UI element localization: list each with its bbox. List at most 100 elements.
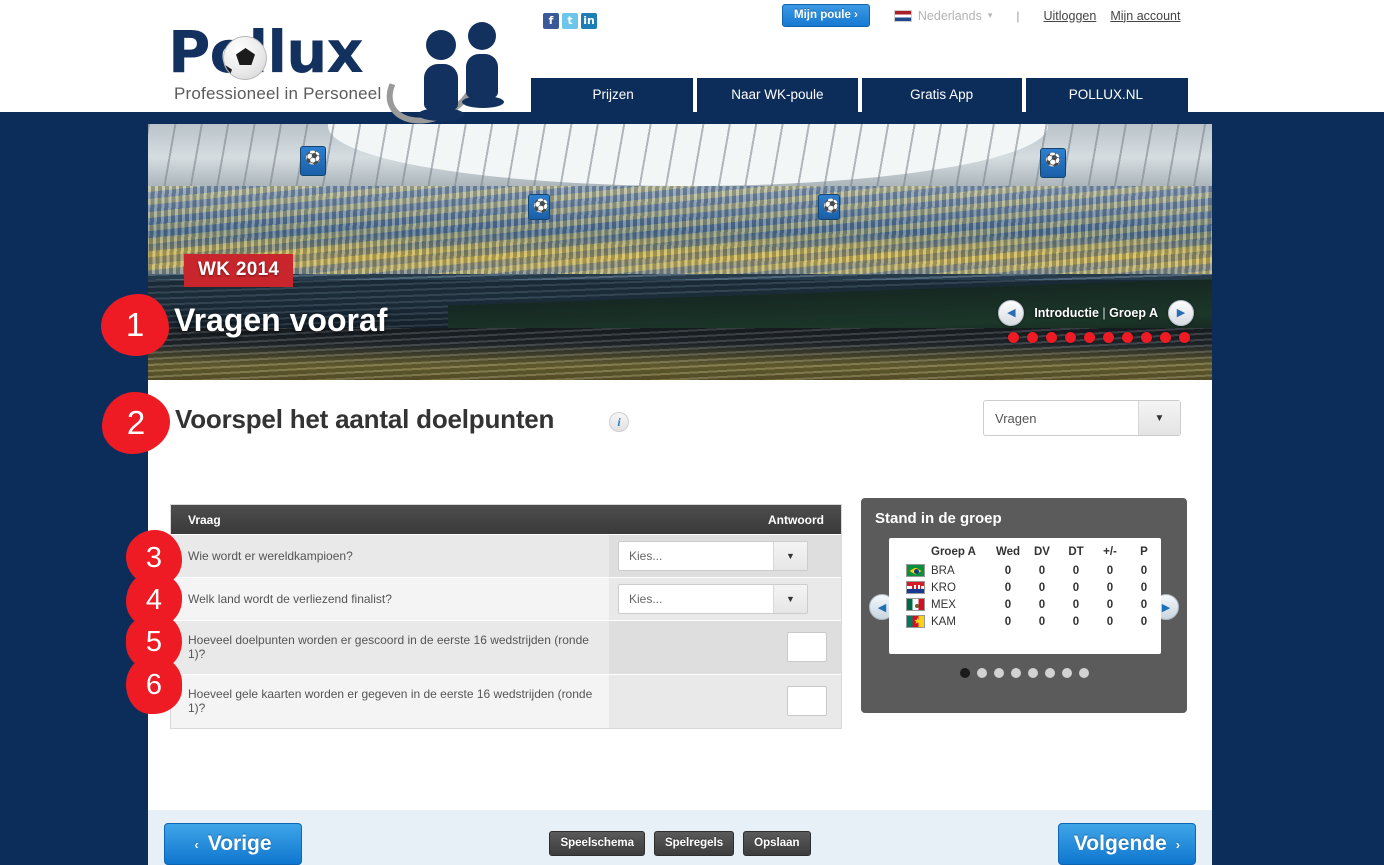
standings-team: BRA — [931, 564, 955, 577]
standings-dot[interactable] — [1061, 668, 1072, 678]
nav-item-gratis-app[interactable]: Gratis App — [857, 78, 1024, 112]
person-head — [468, 22, 496, 50]
hero-prev-button[interactable]: ◀ — [998, 300, 1025, 326]
hero-step-dot[interactable] — [1160, 332, 1171, 343]
hero-pager-divider: | — [1102, 306, 1106, 320]
standings-card: Groep A Wed DV DT +/- P BRA 0 0 0 0 0 KR… — [889, 538, 1161, 654]
standings-dt: 0 — [1072, 615, 1080, 628]
standings-dot[interactable] — [959, 668, 970, 678]
logout-link[interactable]: Uitloggen — [1043, 9, 1096, 23]
standings-col-dv: DV — [1034, 546, 1050, 558]
standings-flag-cell — [889, 613, 931, 630]
language-label: Nederlands — [917, 8, 982, 23]
standings-header-row: Groep A Wed DV DT +/- P — [889, 544, 1161, 562]
vragen-select[interactable]: Vragen ▼ — [983, 400, 1181, 436]
annotation-marker-6: 6 — [126, 656, 182, 714]
question-text: Wie wordt er wereldkampioen? — [171, 535, 609, 577]
wk-2014-badge: WK 2014 — [184, 254, 294, 287]
netherlands-flag-icon — [893, 9, 912, 22]
standings-dot[interactable] — [976, 668, 987, 678]
yellow-cards-input[interactable] — [787, 686, 827, 717]
chevron-down-icon: ▼ — [773, 542, 807, 570]
standings-col-wed: Wed — [995, 546, 1021, 558]
standings-gd: 0 — [1106, 615, 1114, 628]
standings-p: 0 — [1140, 615, 1148, 628]
mijn-poule-button[interactable]: Mijn poule › — [782, 4, 870, 27]
standings-row: KAM 0 0 0 0 0 — [889, 613, 1161, 630]
hero-step-dots — [1008, 332, 1190, 343]
standings-row: MEX 0 0 0 0 0 — [889, 596, 1161, 613]
speelschema-button[interactable]: Speelschema — [549, 831, 645, 856]
champion-select[interactable]: Kies... ▼ — [618, 541, 808, 571]
table-row: Hoeveel doelpunten worden er gescoord in… — [171, 620, 841, 674]
banner-icon — [528, 194, 550, 220]
spelregels-button[interactable]: Spelregels — [653, 831, 735, 856]
top-utility-bar: Mijn poule › Nederlands ▾ | Uitloggen Mi… — [782, 4, 1181, 27]
column-header-answer: Antwoord — [768, 512, 824, 527]
table-row: Wie wordt er wereldkampioen? Kies... ▼ — [171, 534, 841, 577]
hero-next-button[interactable]: ▶ — [1168, 300, 1194, 326]
account-link[interactable]: Mijn account — [1110, 9, 1180, 23]
select-value: Kies... — [629, 592, 663, 606]
hero-pager-next-label[interactable]: Groep A — [1109, 306, 1158, 320]
opslaan-button[interactable]: Opslaan — [743, 831, 811, 856]
linkedin-icon[interactable]: in — [581, 13, 597, 29]
standings-dv: 0 — [1038, 564, 1046, 577]
nav-item-naar-wk-poule[interactable]: Naar WK-poule — [693, 78, 859, 112]
logo[interactable]: Pollux Professioneel in Personeel — [168, 14, 528, 139]
person-body — [466, 54, 498, 98]
hero-step-dot[interactable] — [1084, 332, 1095, 343]
hero-step-dot[interactable] — [1046, 332, 1057, 343]
hero-step-dot[interactable] — [1008, 332, 1019, 343]
questions-table: Vraag Antwoord Wie wordt er wereldkampio… — [170, 504, 842, 729]
hero-pager-label: Introductie | Groep A — [1034, 306, 1158, 320]
footer-bar: ‹ Vorige Speelschema Spelregels Opslaan … — [148, 810, 1212, 865]
standings-dot[interactable] — [1010, 668, 1021, 678]
hero-step-dot[interactable] — [1027, 332, 1038, 343]
nav-item-prijzen[interactable]: Prijzen — [531, 78, 695, 112]
standings-row: BRA 0 0 0 0 0 — [889, 562, 1161, 579]
standings-dot[interactable] — [1044, 668, 1055, 678]
standings-dt: 0 — [1072, 581, 1080, 594]
info-icon[interactable]: i — [609, 412, 629, 432]
next-button[interactable]: Volgende › — [1058, 823, 1196, 865]
hero-step-dot[interactable] — [1179, 332, 1190, 343]
annotation-marker-1: 1 — [101, 294, 169, 356]
chevron-left-icon: ◀ — [1007, 306, 1016, 319]
standings-row: KRO 0 0 0 0 0 — [889, 579, 1161, 596]
twitter-icon[interactable]: t — [562, 13, 578, 29]
goals-input[interactable] — [787, 632, 827, 663]
standings-dot[interactable] — [1027, 668, 1038, 678]
hero-step-dot[interactable] — [1141, 332, 1152, 343]
chevron-down-icon: ▼ — [773, 585, 807, 613]
mexico-flag-icon — [906, 598, 925, 611]
standings-flag-cell — [889, 579, 931, 596]
answer-cell — [609, 621, 841, 674]
standings-col-group: Groep A — [931, 546, 976, 558]
standings-flag-header — [889, 544, 931, 562]
standings-dv: 0 — [1038, 581, 1046, 594]
standings-col-p: P — [1140, 546, 1148, 558]
answer-cell: Kies... ▼ — [609, 578, 841, 620]
banner-icon — [300, 146, 326, 176]
runner-up-select[interactable]: Kies... ▼ — [618, 584, 808, 614]
nav-item-pollux-nl[interactable]: POLLUX.NL — [1021, 78, 1188, 112]
person-base — [462, 96, 504, 108]
standings-p: 0 — [1140, 581, 1148, 594]
standings-wed: 0 — [1004, 598, 1012, 611]
footer-mid-buttons: Speelschema Spelregels Opslaan — [148, 831, 1212, 856]
hero-step-dot[interactable] — [1122, 332, 1133, 343]
facebook-icon[interactable]: f — [543, 13, 559, 29]
language-selector[interactable]: Nederlands ▾ — [893, 8, 992, 23]
standings-flag-cell — [889, 596, 931, 613]
hero-step-dot[interactable] — [1065, 332, 1076, 343]
hero-step-dot[interactable] — [1103, 332, 1114, 343]
standings-dot[interactable] — [993, 668, 1004, 678]
standings-title: Stand in de groep — [875, 510, 1002, 527]
hero-pager-current[interactable]: Introductie — [1034, 306, 1099, 320]
standings-dot[interactable] — [1078, 668, 1089, 678]
standings-dt: 0 — [1072, 598, 1080, 611]
logo-tagline: Professioneel in Personeel — [174, 84, 382, 103]
table-row: Welk land wordt de verliezend finalist? … — [171, 577, 841, 620]
soccer-ball-icon — [223, 36, 267, 80]
